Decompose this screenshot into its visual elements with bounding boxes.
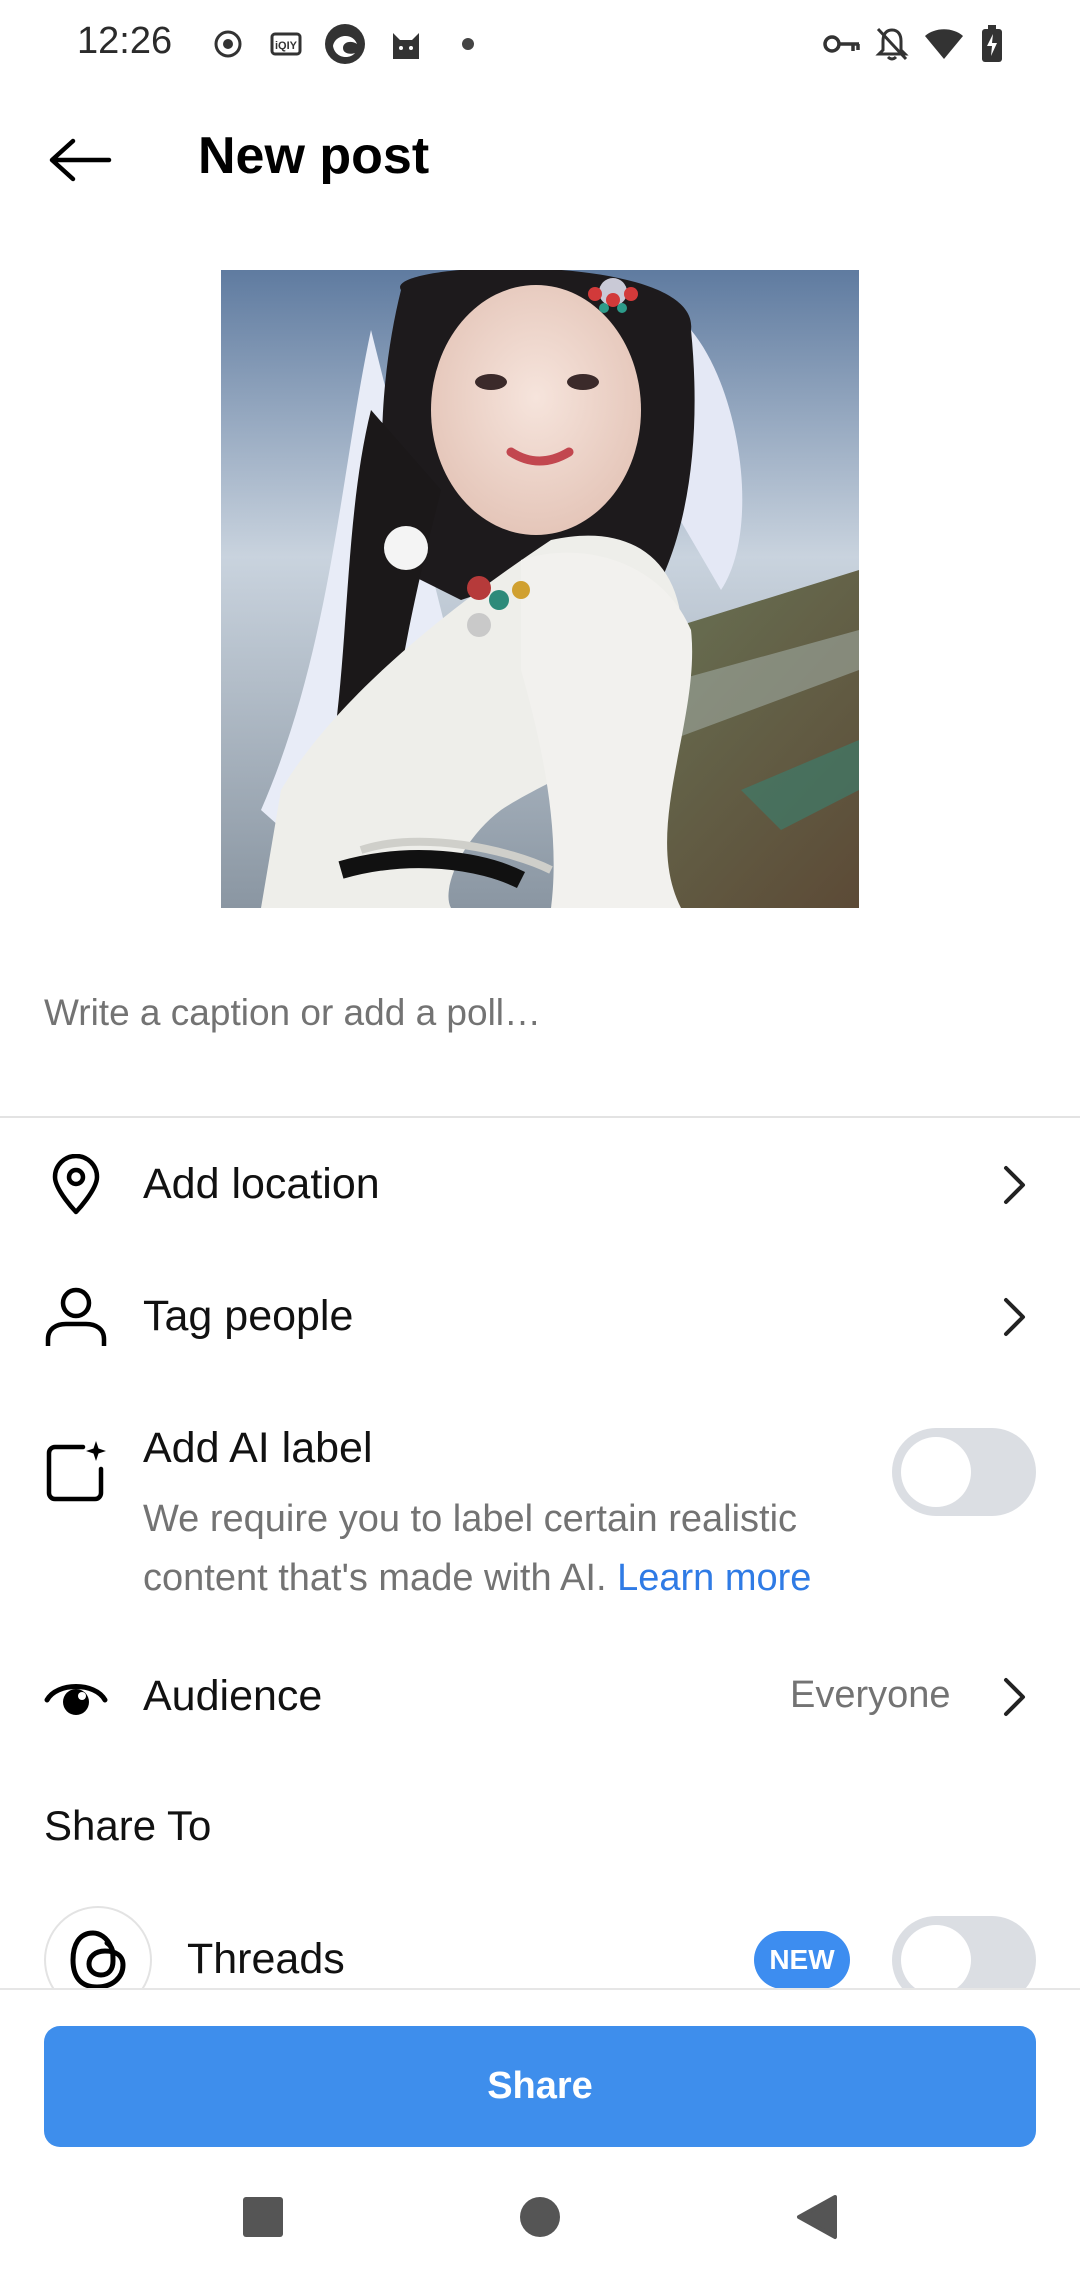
back-button[interactable] <box>30 112 130 208</box>
iqiyi-icon: iQIY <box>268 22 304 66</box>
location-pin-icon <box>40 1149 112 1221</box>
back-triangle-icon[interactable] <box>782 2182 852 2252</box>
photo-thumbnail[interactable] <box>221 270 859 908</box>
wifi-icon <box>920 22 968 66</box>
audience-label: Audience <box>143 1672 323 1720</box>
toggle-knob <box>901 1437 971 1507</box>
add-location-row[interactable]: Add location <box>0 1140 1080 1230</box>
share-button[interactable]: Share <box>44 2026 1036 2147</box>
chevron-right-icon <box>990 1155 1040 1215</box>
audience-row[interactable]: Audience Everyone <box>0 1652 1080 1742</box>
chevron-right-icon <box>990 1287 1040 1347</box>
divider <box>0 1116 1080 1118</box>
edge-browser-icon <box>322 22 368 66</box>
ai-label-toggle[interactable] <box>892 1428 1036 1516</box>
person-icon <box>40 1281 112 1353</box>
chevron-right-icon <box>990 1667 1040 1727</box>
vpn-key-icon <box>822 22 862 66</box>
threads-label: Threads <box>187 1935 345 1983</box>
status-time: 12:26 <box>77 20 173 62</box>
audience-value: Everyone <box>790 1674 951 1716</box>
battery-charging-icon <box>976 22 1008 66</box>
share-to-header: Share To <box>44 1802 212 1849</box>
page-title: New post <box>198 127 430 185</box>
svg-text:iQIY: iQIY <box>275 40 298 52</box>
eye-icon <box>40 1661 112 1733</box>
record-icon <box>208 22 248 66</box>
ai-label-title: Add AI label <box>143 1424 373 1472</box>
dot-icon <box>456 22 480 66</box>
caption-input[interactable] <box>44 978 1034 1048</box>
ai-sparkle-icon <box>40 1436 112 1508</box>
tag-people-row[interactable]: Tag people <box>0 1272 1080 1362</box>
home-circle-icon[interactable] <box>505 2182 575 2252</box>
learn-more-link[interactable]: Learn more <box>617 1557 811 1599</box>
cat-app-icon <box>384 22 428 66</box>
arrow-left-icon <box>49 138 112 182</box>
tag-people-label: Tag people <box>143 1292 354 1340</box>
bell-off-icon <box>872 22 912 66</box>
toggle-knob <box>901 1925 971 1995</box>
ai-label-description: We require you to label certain realisti… <box>143 1490 863 1608</box>
add-location-label: Add location <box>143 1160 380 1208</box>
recents-square-icon[interactable] <box>228 2182 298 2252</box>
new-badge: NEW <box>754 1931 850 1989</box>
